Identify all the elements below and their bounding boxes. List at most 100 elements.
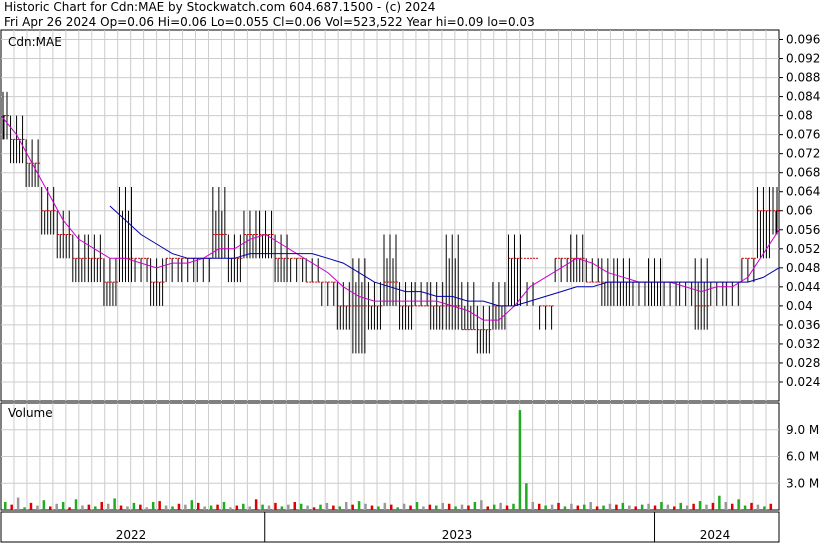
price-grid xyxy=(0,29,780,402)
volume-bar xyxy=(171,506,174,510)
price-volume-chart: 0.096 0.092 0.088 0.084 0.08 0.076 0.072 0.068 0… xyxy=(0,29,820,543)
price-y-tick-label: 0.08 xyxy=(786,109,813,123)
volume-bar xyxy=(377,506,380,510)
volume-bar xyxy=(119,505,123,510)
volume-bar xyxy=(242,503,245,510)
volume-bar xyxy=(685,505,689,510)
volume-bar xyxy=(190,500,194,510)
volume-bar xyxy=(563,506,567,510)
volume-y-tick-label: 6.0 M xyxy=(786,450,819,464)
volume-bar xyxy=(216,504,219,510)
price-y-tick-label: 0.048 xyxy=(786,261,820,275)
volume-bar xyxy=(94,506,97,510)
volume-bar xyxy=(467,505,470,510)
price-y-tick-label: 0.056 xyxy=(786,223,820,237)
volume-bar xyxy=(74,499,78,510)
volume-bar xyxy=(653,505,657,510)
volume-bar xyxy=(499,502,502,510)
volume-bar xyxy=(100,501,103,510)
volume-bar xyxy=(132,502,136,510)
volume-bar xyxy=(756,504,760,510)
volume-bar xyxy=(299,503,303,510)
price-y-tick-label: 0.084 xyxy=(786,90,820,104)
x-label-2022: 2022 xyxy=(116,528,147,542)
volume-bar xyxy=(518,410,522,510)
volume-label: Volume xyxy=(8,406,53,420)
volume-bar xyxy=(319,504,322,510)
price-y-tick-label: 0.024 xyxy=(786,375,820,389)
volume-y-tick-label: 9.0 M xyxy=(786,423,819,437)
volume-bar xyxy=(615,504,618,510)
volume-bar xyxy=(287,504,290,510)
volume-bar xyxy=(357,501,361,510)
volume-bar xyxy=(428,504,432,510)
volume-bar xyxy=(126,506,129,510)
volume-bar xyxy=(36,505,39,510)
volume-bar xyxy=(512,503,515,510)
price-y-tick-label: 0.092 xyxy=(786,52,820,66)
symbol-label: Cdn:MAE xyxy=(8,35,62,49)
volume-bar xyxy=(525,483,528,510)
volume-bar xyxy=(750,502,753,510)
volume-bar xyxy=(698,501,702,510)
volume-bar xyxy=(23,507,26,510)
volume-bar xyxy=(422,506,425,510)
volume-bar xyxy=(602,505,605,510)
volume-bar xyxy=(492,504,496,510)
volume-bar xyxy=(628,505,631,510)
volume-bar xyxy=(306,505,309,510)
volume-bar xyxy=(351,504,354,510)
volume-bar xyxy=(4,501,7,510)
volume-bar xyxy=(730,503,734,510)
volume-bar xyxy=(692,503,695,510)
volume-bar xyxy=(402,503,406,510)
volume-bar xyxy=(61,501,65,510)
price-y-tick-label: 0.036 xyxy=(786,318,820,332)
volume-bar xyxy=(254,499,258,510)
volume-bar xyxy=(203,506,206,510)
x-label-2023: 2023 xyxy=(442,528,473,542)
volume-bar xyxy=(705,504,708,510)
volume-y-tick-label: 3.0 M xyxy=(786,476,819,490)
price-y-tick-label: 0.028 xyxy=(786,356,820,370)
price-y-tick-label: 0.072 xyxy=(786,147,820,161)
volume-bar xyxy=(441,502,444,510)
volume-bar xyxy=(29,502,33,510)
price-y-tick-label: 0.096 xyxy=(786,33,820,47)
volume-bar xyxy=(480,500,483,510)
volume-bar xyxy=(460,504,464,510)
volume-bar xyxy=(435,505,438,510)
volume-bar xyxy=(608,503,612,510)
volume-bar xyxy=(737,499,740,510)
volume-bar xyxy=(583,504,586,510)
price-y-tick-label: 0.032 xyxy=(786,337,820,351)
volume-bar xyxy=(409,505,412,510)
volume-bar xyxy=(531,501,535,510)
volume-bar xyxy=(106,503,110,510)
volume-grid xyxy=(0,402,780,511)
volume-bar xyxy=(447,503,451,510)
volume-bar xyxy=(280,506,284,510)
volume-bar xyxy=(589,501,592,510)
volume-bar xyxy=(570,503,573,510)
volume-bar xyxy=(505,505,509,510)
volume-bar xyxy=(640,504,644,510)
volume-bar xyxy=(293,501,296,510)
volume-bar xyxy=(544,505,547,510)
price-y-tick-label: 0.04 xyxy=(786,299,813,313)
volume-bar xyxy=(473,501,477,510)
volume-bar xyxy=(42,500,46,510)
volume-bar xyxy=(325,502,329,510)
volume-bar xyxy=(338,506,342,510)
volume-bar xyxy=(364,503,367,510)
volume-bar xyxy=(673,506,676,510)
volume-bar xyxy=(151,501,155,510)
volume-bar xyxy=(647,503,650,510)
price-y-tick-label: 0.044 xyxy=(786,280,820,294)
volume-bar xyxy=(235,505,239,510)
volume-bar xyxy=(274,502,277,510)
price-y-tick-label: 0.064 xyxy=(786,185,820,199)
volume-bar xyxy=(557,502,560,510)
volume-bar xyxy=(332,505,335,510)
volume-bar xyxy=(177,503,181,510)
